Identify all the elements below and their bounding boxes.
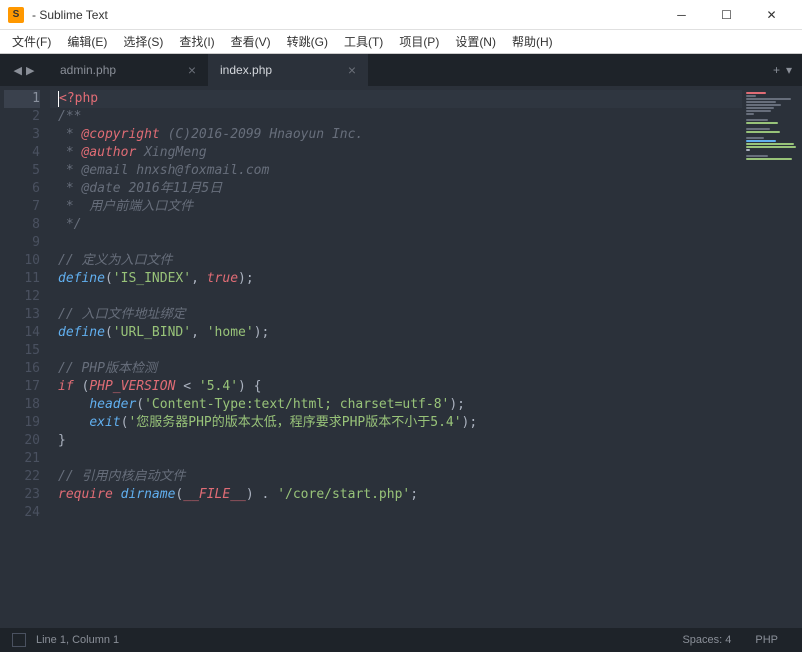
panel-switcher-icon[interactable] bbox=[12, 633, 26, 647]
code-token: if bbox=[58, 379, 74, 394]
code-token: <?php bbox=[59, 91, 98, 106]
code-token: */ bbox=[58, 217, 81, 232]
tab-close-icon[interactable]: × bbox=[336, 62, 356, 78]
code-token: 'URL_BIND' bbox=[113, 325, 191, 340]
tab-nav: ◀ ▶ bbox=[0, 54, 48, 86]
line-number: 19 bbox=[4, 414, 40, 432]
code-token: * 用户前端入口文件 bbox=[58, 199, 193, 214]
menu-file[interactable]: 文件(F) bbox=[4, 31, 59, 52]
code-content[interactable]: <?php /** * @copyright (C)2016-2099 Hnao… bbox=[50, 86, 742, 628]
code-token: (C)2016-2099 Hnaoyun Inc. bbox=[160, 127, 364, 142]
menu-goto[interactable]: 转跳(G) bbox=[279, 31, 336, 52]
cursor-position[interactable]: Line 1, Column 1 bbox=[36, 634, 119, 646]
line-number: 13 bbox=[4, 306, 40, 324]
line-number: 8 bbox=[4, 216, 40, 234]
line-number: 24 bbox=[4, 504, 40, 522]
syntax-setting[interactable]: PHP bbox=[743, 634, 790, 646]
line-number: 18 bbox=[4, 396, 40, 414]
menu-select[interactable]: 选择(S) bbox=[115, 31, 171, 52]
window-title: - Sublime Text bbox=[32, 8, 659, 22]
line-number: 1 bbox=[4, 90, 40, 108]
line-number: 5 bbox=[4, 162, 40, 180]
tab-next-icon[interactable]: ▶ bbox=[26, 64, 34, 77]
line-number: 15 bbox=[4, 342, 40, 360]
code-token: // 入口文件地址绑定 bbox=[58, 307, 193, 322]
line-number: 10 bbox=[4, 252, 40, 270]
code-token: define bbox=[58, 271, 105, 286]
menu-settings[interactable]: 设置(N) bbox=[447, 31, 504, 52]
line-number: 14 bbox=[4, 324, 40, 342]
line-number: 17 bbox=[4, 378, 40, 396]
tab-admin-php[interactable]: admin.php × bbox=[48, 54, 208, 86]
menu-tools[interactable]: 工具(T) bbox=[336, 31, 391, 52]
line-number: 11 bbox=[4, 270, 40, 288]
code-token: true bbox=[207, 271, 238, 286]
code-token: dirname bbox=[121, 487, 176, 502]
line-number: 21 bbox=[4, 450, 40, 468]
code-token: 'home' bbox=[207, 325, 254, 340]
code-token: // PHP版本检测 bbox=[58, 361, 157, 376]
code-token: @author bbox=[81, 145, 136, 160]
window-controls: ─ ☐ ✕ bbox=[659, 1, 794, 29]
tab-label: admin.php bbox=[60, 63, 116, 77]
line-number: 6 bbox=[4, 180, 40, 198]
close-button[interactable]: ✕ bbox=[749, 1, 794, 29]
code-token: '您服务器PHP的版本太低，程序要求PHP版本不小于5.4' bbox=[128, 415, 461, 430]
code-token: 'IS_INDEX' bbox=[113, 271, 191, 286]
menu-find[interactable]: 查找(I) bbox=[171, 31, 222, 52]
code-token: * @email hnxsh@foxmail.com bbox=[58, 163, 269, 178]
menu-view[interactable]: 查看(V) bbox=[223, 31, 279, 52]
tab-close-icon[interactable]: × bbox=[176, 62, 196, 78]
code-token: XingMeng bbox=[136, 145, 206, 160]
line-number: 16 bbox=[4, 360, 40, 378]
status-bar: Line 1, Column 1 Spaces: 4 PHP bbox=[0, 628, 802, 652]
tab-index-php[interactable]: index.php × bbox=[208, 54, 368, 86]
title-bar: S - Sublime Text ─ ☐ ✕ bbox=[0, 0, 802, 30]
line-number: 22 bbox=[4, 468, 40, 486]
line-number: 23 bbox=[4, 486, 40, 504]
line-number: 7 bbox=[4, 198, 40, 216]
tab-bar: ◀ ▶ admin.php × index.php × + ▾ bbox=[0, 54, 802, 86]
code-token: '/core/start.php' bbox=[277, 487, 410, 502]
line-number: 12 bbox=[4, 288, 40, 306]
line-number: 3 bbox=[4, 126, 40, 144]
code-token: exit bbox=[89, 415, 120, 430]
tab-prev-icon[interactable]: ◀ bbox=[14, 64, 22, 77]
line-number: 9 bbox=[4, 234, 40, 252]
code-token: @copyright bbox=[81, 127, 159, 142]
code-token: PHP_VERSION bbox=[89, 379, 175, 394]
minimap[interactable] bbox=[742, 86, 802, 628]
code-token: __FILE__ bbox=[183, 487, 246, 502]
tab-actions: + ▾ bbox=[763, 54, 802, 86]
code-token: * bbox=[58, 145, 81, 160]
code-token: 'Content-Type:text/html; charset=utf-8' bbox=[144, 397, 449, 412]
menu-bar: 文件(F) 编辑(E) 选择(S) 查找(I) 查看(V) 转跳(G) 工具(T… bbox=[0, 30, 802, 54]
line-number: 20 bbox=[4, 432, 40, 450]
line-number: 4 bbox=[4, 144, 40, 162]
code-token: < bbox=[175, 379, 198, 394]
code-token: // 引用内核启动文件 bbox=[58, 469, 185, 484]
menu-edit[interactable]: 编辑(E) bbox=[59, 31, 115, 52]
code-token: header bbox=[89, 397, 136, 412]
tab-new-icon[interactable]: + bbox=[773, 63, 780, 77]
code-token: * @date 2016年11月5日 bbox=[58, 181, 222, 196]
code-token: require bbox=[58, 487, 113, 502]
code-token: * bbox=[58, 127, 81, 142]
line-gutter[interactable]: 1 2 3 4 5 6 7 8 9 10 11 12 13 14 15 16 1… bbox=[0, 86, 50, 628]
app-icon: S bbox=[8, 7, 24, 23]
code-token: /** bbox=[58, 109, 81, 124]
tab-label: index.php bbox=[220, 63, 272, 77]
code-token: define bbox=[58, 325, 105, 340]
maximize-button[interactable]: ☐ bbox=[704, 1, 749, 29]
tab-more-icon[interactable]: ▾ bbox=[786, 63, 792, 77]
editor-area: 1 2 3 4 5 6 7 8 9 10 11 12 13 14 15 16 1… bbox=[0, 86, 802, 628]
line-number: 2 bbox=[4, 108, 40, 126]
minimize-button[interactable]: ─ bbox=[659, 1, 704, 29]
code-token: // 定义为入口文件 bbox=[58, 253, 172, 268]
indent-setting[interactable]: Spaces: 4 bbox=[670, 634, 743, 646]
menu-project[interactable]: 项目(P) bbox=[391, 31, 447, 52]
code-token: '5.4' bbox=[199, 379, 238, 394]
menu-help[interactable]: 帮助(H) bbox=[504, 31, 561, 52]
